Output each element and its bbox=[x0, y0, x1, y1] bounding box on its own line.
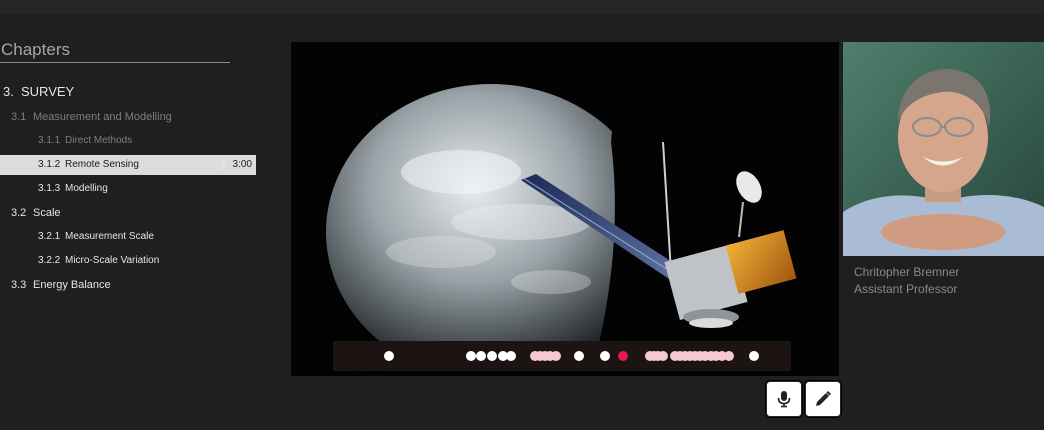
microphone-button[interactable] bbox=[766, 381, 802, 417]
timeline-marker[interactable] bbox=[487, 351, 497, 361]
chapter-label: Energy Balance bbox=[33, 279, 111, 291]
timeline-marker[interactable] bbox=[574, 351, 584, 361]
chapter-label: SURVEY bbox=[21, 84, 75, 99]
chapter-label: Measurement and Modelling bbox=[33, 111, 172, 123]
chapter-duration: 3:00 bbox=[232, 159, 252, 170]
timeline-marker[interactable] bbox=[476, 351, 486, 361]
chapter-item-survey[interactable]: 3. SURVEY bbox=[0, 79, 221, 105]
satellite-earth-image bbox=[291, 42, 839, 376]
chapters-title: Chapters bbox=[0, 38, 230, 63]
chapter-item-remote-sensing[interactable]: 3.1.2 Remote Sensing 3:00 bbox=[0, 155, 256, 175]
timeline-marker[interactable] bbox=[724, 351, 734, 361]
chapter-number: 3.1.1 bbox=[38, 135, 61, 146]
chapter-label: Remote Sensing bbox=[65, 159, 139, 170]
timeline-marker[interactable] bbox=[384, 351, 394, 361]
chapter-number: 3.1 bbox=[11, 111, 27, 123]
chapter-number: 3. bbox=[3, 84, 14, 99]
timeline-marker[interactable] bbox=[658, 351, 668, 361]
timeline-marker[interactable] bbox=[506, 351, 516, 361]
chapter-number: 3.2 bbox=[11, 207, 27, 219]
timeline-marker[interactable] bbox=[466, 351, 476, 361]
chapter-number: 3.1.2 bbox=[38, 159, 61, 170]
chapter-label: Modelling bbox=[65, 183, 108, 194]
chapter-item-energy-balance[interactable]: 3.3 Energy Balance bbox=[0, 273, 229, 297]
chapter-list: 3. SURVEY 3.1 Measurement and Modelling 3.… bbox=[0, 79, 256, 297]
presenter-photo bbox=[843, 42, 1044, 256]
chapter-number: 3.3 bbox=[11, 279, 27, 291]
presenter-role: Assistant Professor bbox=[854, 282, 958, 296]
timeline-marker[interactable] bbox=[749, 351, 759, 361]
chapter-item-modelling[interactable]: 3.1.3 Modelling bbox=[0, 177, 256, 201]
microphone-icon bbox=[777, 391, 791, 408]
chapter-label: Scale bbox=[33, 207, 61, 219]
presenter-info: Chritopher Bremner Assistant Professor bbox=[854, 264, 959, 298]
current-chapter-arrow-icon bbox=[222, 161, 227, 169]
chapter-label: Direct Methods bbox=[65, 135, 133, 146]
chapter-item-scale[interactable]: 3.2 Scale bbox=[0, 201, 229, 225]
chapter-number: 3.2.1 bbox=[38, 231, 61, 242]
presenter-name: Chritopher Bremner bbox=[854, 265, 960, 279]
chapter-label: Measurement Scale bbox=[65, 231, 154, 242]
chapter-label: Micro-Scale Variation bbox=[65, 255, 160, 266]
chapter-number: 3.2.2 bbox=[38, 255, 61, 266]
chapter-timeline[interactable] bbox=[333, 341, 791, 371]
chapter-item-micro-scale-variation[interactable]: 3.2.2 Micro-Scale Variation bbox=[0, 249, 256, 273]
top-bar bbox=[0, 0, 1044, 14]
edit-notes-button[interactable] bbox=[805, 381, 841, 417]
pencil-icon bbox=[816, 391, 831, 406]
chapter-item-measurement-scale[interactable]: 3.2.1 Measurement Scale bbox=[0, 225, 256, 249]
timeline-marker[interactable] bbox=[600, 351, 610, 361]
chapters-panel: Chapters 3. SURVEY 3.1 Measurement and Mod… bbox=[0, 38, 256, 297]
chapter-number: 3.1.3 bbox=[38, 183, 61, 194]
timeline-marker-current[interactable] bbox=[618, 351, 628, 361]
timeline-marker[interactable] bbox=[551, 351, 561, 361]
chapter-item-measurement-and-modelling[interactable]: 3.1 Measurement and Modelling bbox=[0, 105, 229, 129]
presenter-portrait-image bbox=[843, 42, 1044, 256]
chapter-item-direct-methods[interactable]: 3.1.1 Direct Methods bbox=[0, 129, 256, 153]
video-player[interactable] bbox=[291, 42, 839, 376]
